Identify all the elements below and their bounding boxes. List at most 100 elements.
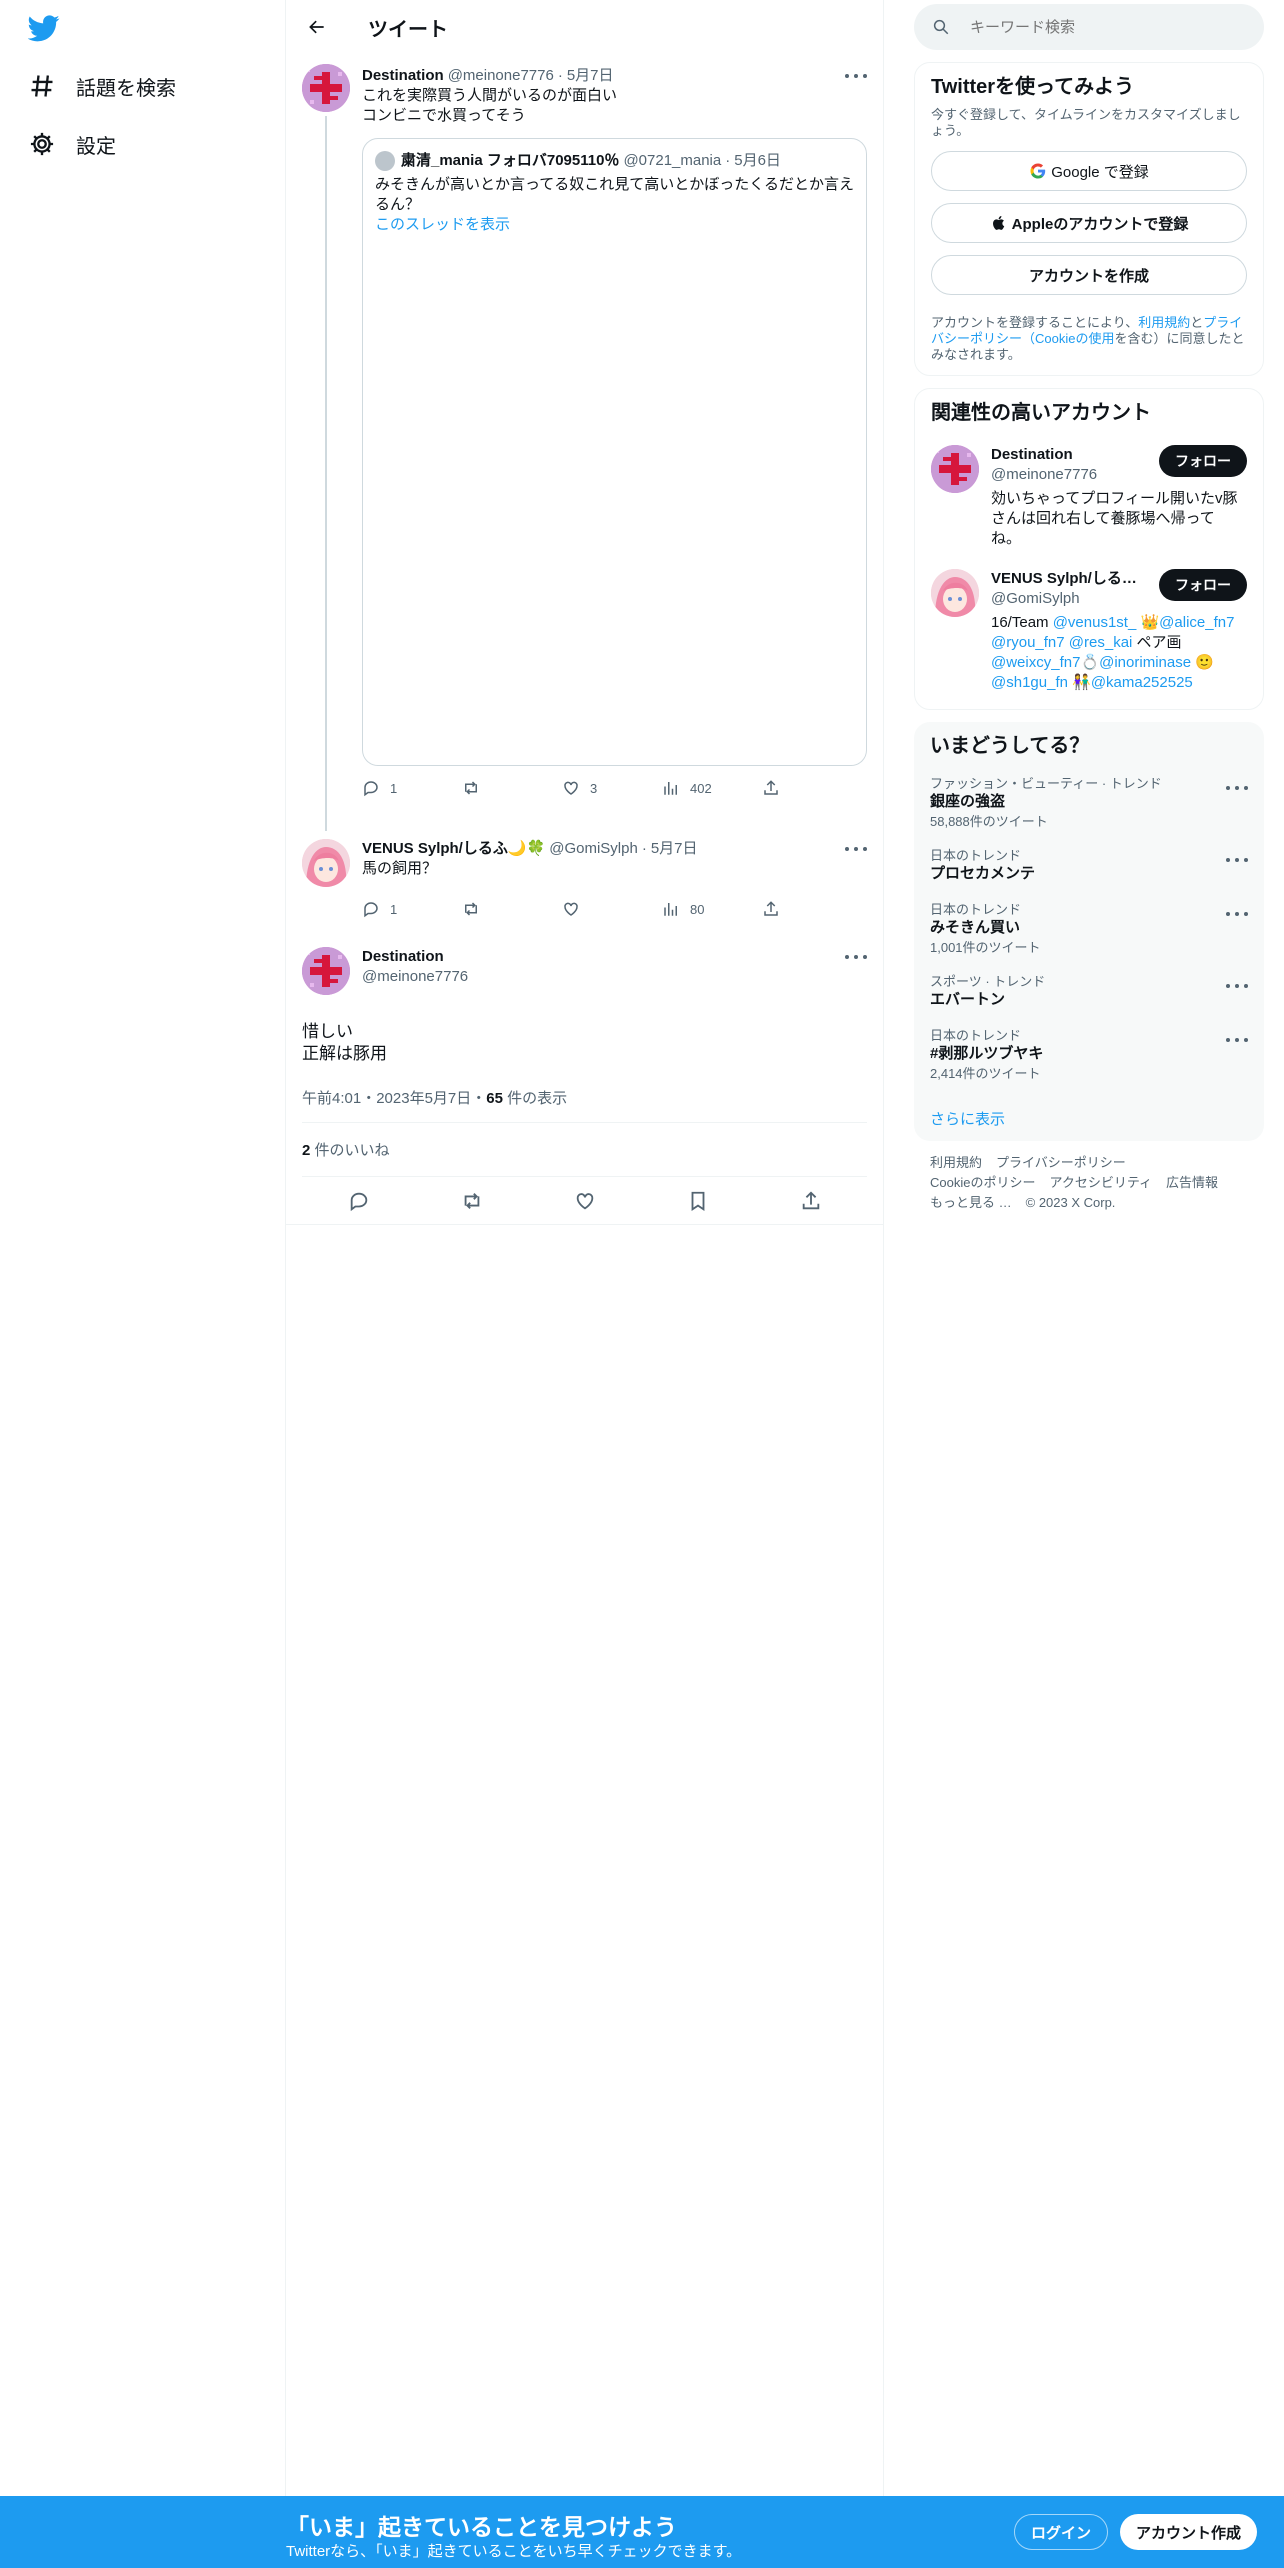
sidebar-item-explore[interactable]: 話題を検索 [28,66,176,106]
footer-link[interactable]: 広告情報 [1166,1175,1218,1190]
back-arrow-icon[interactable] [302,12,332,42]
more-options-icon[interactable] [845,841,867,857]
footer-links: 利用規約 プライバシーポリシー Cookieのポリシー アクセシビリティ 広告情報 も… [914,1141,1264,1225]
trend-name: エバートン [930,991,1006,1008]
show-more-link[interactable]: さらに表示 [914,1108,1264,1129]
separator-dot: · [557,67,563,84]
trend-item[interactable]: 日本のトレンド プロセカメンテ [914,848,1264,884]
retweet-button[interactable] [462,779,562,797]
bio-mention[interactable]: @res_kai [1069,634,1133,651]
avatar[interactable] [931,445,979,493]
trend-item[interactable]: ファッション・ビューティー · トレンド 銀座の強盗 58,888件のツイート [914,776,1264,830]
heart-icon [564,902,578,916]
footer-link[interactable]: 利用規約 [930,1155,982,1170]
trend-item[interactable]: 日本のトレンド みそきん買い 1,001件のツイート [914,902,1264,956]
banner-title: 「いま」起きていることを見つけよう [286,2514,677,2540]
banner-subtitle: Twitterなら、「いま」起きていることをいち早くチェックできます。 [286,2543,742,2560]
login-button[interactable]: ログイン [1014,2514,1109,2550]
like-button[interactable] [562,900,662,918]
tweet-date[interactable]: 5月7日 [651,839,698,859]
twitter-bird-icon[interactable] [27,12,64,44]
tweet-author-name[interactable]: Destination [362,947,444,967]
trend-item[interactable]: スポーツ · トレンド エバートン [914,974,1264,1010]
heart-icon[interactable] [574,1190,596,1212]
more-options-icon[interactable] [1226,1032,1248,1048]
footer-link[interactable]: もっと見る … [930,1195,1012,1210]
avatar[interactable] [931,569,979,617]
avatar[interactable] [302,947,350,995]
related-title: 関連性の高いアカウント [931,402,1151,424]
retweet-button[interactable] [462,900,562,918]
view-count: 65 [486,1090,503,1107]
more-options-icon[interactable] [1226,906,1248,922]
bio-mention[interactable]: @ryou_fn7 [991,634,1065,651]
trend-name: プロセカメンテ [930,865,1036,882]
more-options-icon[interactable] [845,68,867,84]
focused-tweet-actions [286,1177,883,1225]
bio-mention[interactable]: @venus1st_ [1053,614,1137,631]
more-options-icon[interactable] [1226,780,1248,796]
tweet-author-name[interactable]: VENUS Sylph/しるふ🌙🍀 [362,839,545,859]
separator-dot: · [725,152,731,169]
create-account-button[interactable]: アカウントを作成 [931,255,1247,295]
apple-icon [992,216,1004,230]
trend-count: 2,414件のツイート [930,1066,1041,1081]
account-name: Destination [991,446,1073,463]
views-label: 件の表示 [502,1090,568,1107]
quoted-tweet[interactable]: 粛清_mania フォロバ7095110％ @0721_mania · 5月6日… [362,138,867,766]
reply-icon[interactable] [348,1190,370,1212]
trend-item[interactable]: 日本のトレンド #剥那ルツブヤキ 2,414件のツイート [914,1028,1264,1082]
bookmark-icon[interactable] [687,1190,709,1212]
tweet-date[interactable]: 5月7日 [567,66,614,86]
terms-text: と [1190,315,1204,330]
share-icon[interactable] [800,1190,822,1212]
footer-link[interactable]: Cookieのポリシー [930,1175,1035,1190]
account-item[interactable]: Destination @meinone7776 効いちゃってプロフィール開いた… [931,445,1247,549]
trend-meta: ファッション・ビューティー · トレンド [930,776,1162,791]
retweet-icon [465,781,477,795]
sidebar-item-settings[interactable]: 設定 [28,124,116,164]
more-options-icon[interactable] [1226,852,1248,868]
share-button[interactable] [762,900,790,918]
more-options-icon[interactable] [1226,978,1248,994]
google-signup-button[interactable]: Google で登録 [931,151,1247,191]
retweet-icon[interactable] [461,1190,483,1212]
search-input[interactable] [970,18,1230,36]
tweet-author-handle[interactable]: @meinone7776 [448,66,554,86]
apple-signup-button[interactable]: Appleのアカウントで登録 [931,203,1247,243]
tweet-author-name[interactable]: Destination [362,66,444,86]
create-account-label: アカウントを作成 [1028,267,1149,285]
like-button[interactable]: 3 [562,779,662,797]
follow-button[interactable]: フォロー [1159,445,1247,477]
bio-mention[interactable]: @sh1gu_fn [991,674,1068,691]
show-thread-link[interactable]: このスレッドを表示 [375,215,854,235]
footer-link[interactable]: プライバシーポリシー [996,1155,1126,1170]
bio-mention[interactable]: @inoriminase [1099,654,1191,671]
avatar[interactable] [302,839,350,887]
tweet-author-handle[interactable]: @meinone7776 [362,967,468,987]
create-account-banner-button[interactable]: アカウント作成 [1120,2514,1258,2550]
terms-link[interactable]: 利用規約 [1138,315,1190,330]
reply-button[interactable]: 1 [362,900,462,918]
avatar[interactable] [302,64,350,112]
tweet-meta: 午前4:01・2023年5月7日・65 件の表示 [302,1065,867,1123]
tweet-timestamp[interactable]: 午前4:01・2023年5月7日・ [302,1090,486,1107]
views-button[interactable]: 80 [662,900,762,918]
tweet-author-handle[interactable]: @GomiSylph [549,839,638,859]
tweet[interactable]: VENUS Sylph/しるふ🌙🍀 @GomiSylph · 5月7日 馬の飼用… [286,827,883,935]
views-button[interactable]: 402 [662,779,762,797]
more-options-icon[interactable] [845,949,867,965]
search-box[interactable] [914,4,1264,50]
footer-link[interactable]: アクセシビリティ [1049,1175,1152,1190]
follow-button[interactable]: フォロー [1159,569,1247,601]
bio-mention[interactable]: @weixcy_fn7 [991,654,1080,671]
likes-summary[interactable]: 2 件のいいね [302,1123,867,1177]
account-item[interactable]: VENUS Sylph/しるふ🌙🍀 @GomiSylph 16/Team @ve… [931,569,1247,693]
bio-mention[interactable]: @alice_fn7 [1159,614,1234,631]
tweet[interactable]: Destination @meinone7776 · 5月7日 これを実際買う人… [286,54,883,831]
bio-mention[interactable]: @kama252525 [1091,674,1193,691]
tweet-text: これを実際買う人間がいるのが面白い コンビニで水買ってそう [362,87,618,124]
share-button[interactable] [762,779,790,797]
copyright: © 2023 X Corp. [1025,1195,1116,1210]
reply-button[interactable]: 1 [362,779,462,797]
